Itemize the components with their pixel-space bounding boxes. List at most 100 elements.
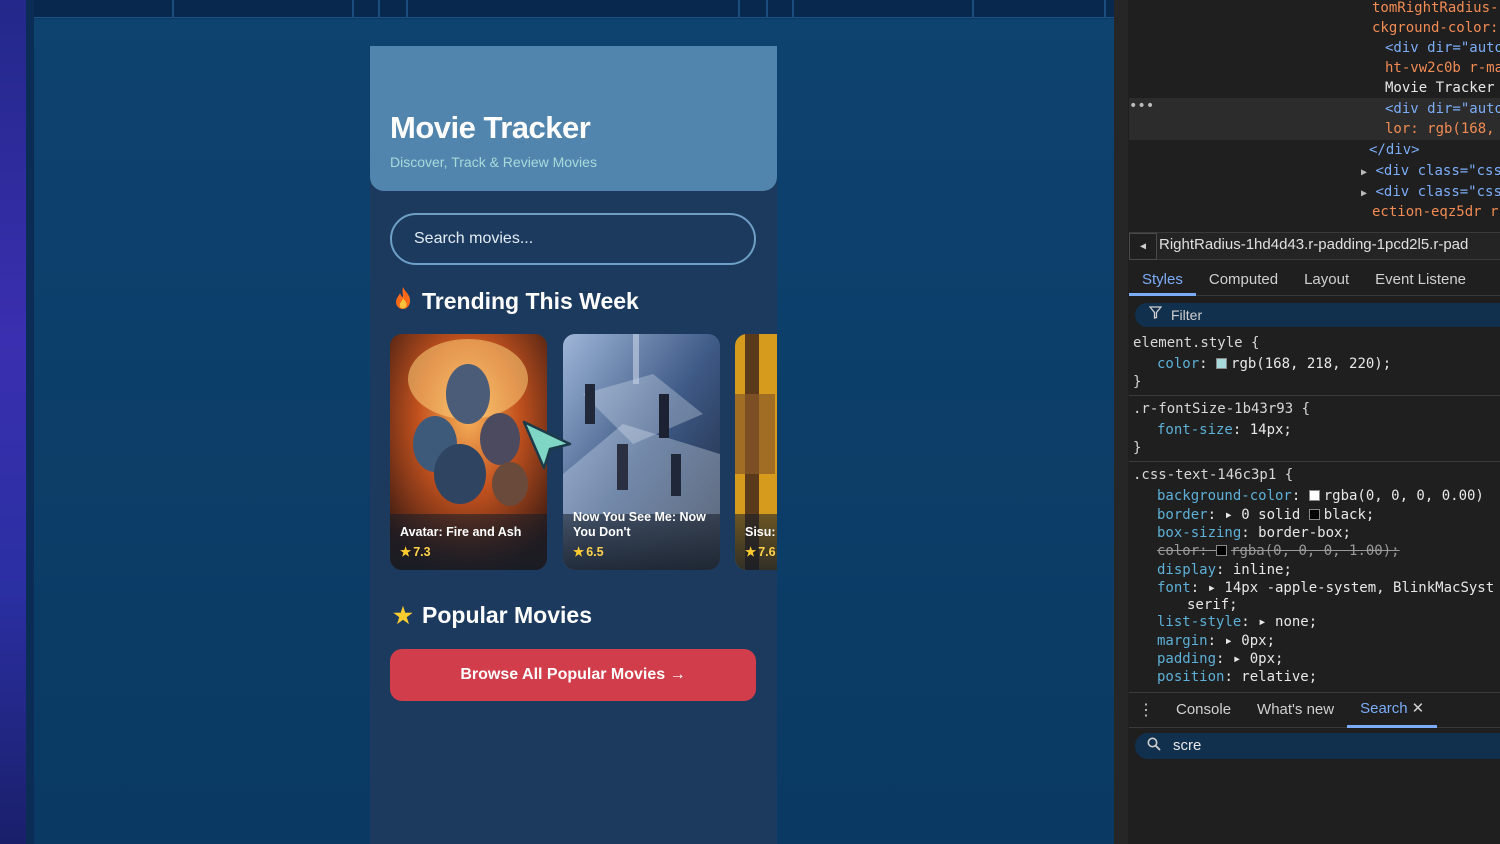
property-value: serif; (1187, 597, 1238, 613)
pointer-cursor-icon (522, 420, 572, 470)
property-value: ▸ 0px; (1232, 651, 1284, 667)
movie-title: Sisu: (745, 525, 776, 539)
breadcrumb-text[interactable]: RightRadius-1hd4d43.r-padding-1pcd2l5.r-… (1159, 236, 1468, 253)
style-declaration[interactable]: box-sizing: border-box; (1157, 524, 1351, 542)
color-swatch-icon[interactable] (1216, 358, 1228, 369)
expand-caret-icon[interactable]: ▶ (1361, 188, 1367, 199)
style-declaration[interactable]: margin: ▸ 0px; (1157, 632, 1275, 650)
tab-console[interactable]: Console (1163, 692, 1244, 728)
style-declaration[interactable]: border: ▸ 0 solid black; (1157, 506, 1374, 524)
tab-styles[interactable]: Styles (1129, 262, 1196, 296)
filter-icon (1148, 303, 1163, 327)
color-swatch-icon[interactable] (1216, 545, 1228, 556)
rule-divider (1129, 395, 1500, 396)
kebab-menu-icon[interactable]: ⋮ (1129, 700, 1163, 720)
property-name: background-color (1157, 488, 1292, 504)
style-selector[interactable]: .r-fontSize-1b43r93 { (1133, 400, 1310, 418)
dom-line[interactable]: ▶ <div class="css (1361, 182, 1500, 204)
property-name: font (1157, 580, 1191, 596)
movie-rating: ★ 6.5 (573, 544, 604, 559)
browse-popular-button[interactable]: Browse All Popular Movies → (390, 649, 756, 701)
property-value: inline; (1232, 562, 1292, 578)
window-edge (26, 0, 34, 844)
movie-card[interactable]: Now You See Me: Now You Don't ★ 6.5 (563, 334, 720, 570)
dom-line[interactable]: ckground-color: (1372, 18, 1498, 38)
chevron-left-icon[interactable]: ◀ (1129, 233, 1157, 260)
dom-line[interactable]: tomRightRadius- (1372, 0, 1498, 18)
star-icon: ★ (573, 545, 585, 559)
style-declaration[interactable]: font-size: 14px; (1157, 421, 1292, 439)
property-name: display (1157, 562, 1217, 578)
color-swatch-icon[interactable] (1308, 509, 1320, 520)
style-declaration-overridden[interactable]: color: rgba(0, 0, 0, 1.00); (1157, 542, 1400, 560)
tab-search[interactable]: Search ✕ (1347, 692, 1438, 728)
star-icon: ★ (400, 545, 412, 559)
search-input[interactable] (390, 213, 756, 265)
trending-section-title: Trending This Week (390, 286, 639, 316)
movie-rating: ★ 7.3 (400, 544, 431, 559)
close-brace: } (1133, 374, 1142, 390)
color-swatch-icon[interactable] (1308, 490, 1320, 501)
movie-rating: ★ 7.6 (745, 544, 776, 559)
star-icon: ★ (745, 545, 757, 559)
app-title: Movie Tracker (390, 110, 591, 145)
tab-computed[interactable]: Computed (1196, 262, 1291, 296)
expand-caret-icon[interactable]: ▶ (1361, 167, 1367, 178)
card-overlay (390, 514, 547, 570)
dom-line-text: <div class="css (1375, 184, 1500, 200)
property-name: padding (1157, 651, 1217, 667)
style-declaration[interactable]: padding: ▸ 0px; (1157, 650, 1283, 668)
styles-filter-input[interactable]: Filter (1135, 303, 1500, 327)
property-name: color (1157, 356, 1200, 372)
close-icon[interactable]: ✕ (1412, 700, 1425, 717)
style-declaration[interactable]: display: inline; (1157, 561, 1292, 579)
rating-value: 7.6 (758, 545, 776, 559)
property-value: ▸ none; (1258, 614, 1318, 630)
dom-line[interactable]: ht-vw2c0b r-ma (1385, 58, 1500, 78)
styles-pane: element.style { color: rgb(168, 218, 220… (1129, 333, 1500, 690)
more-options-icon[interactable]: ••• (1129, 98, 1154, 114)
fire-icon (390, 286, 416, 316)
close-brace: } (1133, 440, 1142, 456)
browser-viewport: Movie Tracker Discover, Track & Review M… (34, 0, 1114, 844)
device-toolbar-ruler (34, 0, 1114, 18)
popular-title-text: Popular Movies (422, 602, 592, 628)
tab-event-listeners[interactable]: Event Listene (1362, 262, 1479, 296)
style-selector[interactable]: .css-text-146c3p1 { (1133, 466, 1293, 484)
dom-line[interactable]: <div dir="auto (1385, 38, 1500, 58)
devtools-gutter (1114, 0, 1128, 844)
tab-layout[interactable]: Layout (1291, 262, 1362, 296)
dom-line[interactable]: lor: rgb(168, (1385, 119, 1495, 139)
style-selector[interactable]: element.style { (1133, 334, 1259, 352)
tab-whats-new[interactable]: What's new (1244, 692, 1347, 728)
property-name: margin (1157, 633, 1208, 649)
property-value: ▸ 0px; (1224, 633, 1276, 649)
style-declaration[interactable]: background-color: rgba(0, 0, 0, 0.00) (1157, 487, 1484, 505)
search-results-area (1129, 762, 1500, 844)
style-declaration[interactable]: color: rgb(168, 218, 220); (1157, 355, 1391, 373)
desktop-background (0, 0, 26, 844)
dom-line[interactable]: ▶ <div class="css (1361, 161, 1500, 183)
dom-line[interactable]: Movie Tracker (1385, 78, 1495, 98)
property-value: border-box; (1258, 525, 1351, 541)
filter-placeholder: Filter (1171, 307, 1203, 323)
search-value: scre (1173, 737, 1202, 754)
property-value: relative; (1241, 669, 1318, 685)
app-subtitle: Discover, Track & Review Movies (390, 154, 597, 170)
style-declaration[interactable]: font: ▸ 14px -apple-system, BlinkMacSyst (1157, 579, 1494, 597)
property-name: border (1157, 507, 1208, 523)
trending-carousel[interactable]: Avatar: Fire and Ash ★ 7.3 Now You See M… (390, 334, 777, 570)
movie-title: Now You See Me: Now You Don't (573, 510, 706, 539)
devtools-panel: ••• tomRightRadius- ckground-color: <div… (1114, 0, 1500, 844)
movie-card[interactable]: Sisu: ★ 7.6 (735, 334, 777, 570)
devtools-search-input[interactable]: scre (1135, 733, 1500, 759)
dom-line[interactable]: </div> (1369, 140, 1420, 160)
property-name: box-sizing (1157, 525, 1242, 541)
property-value: ▸ 0 solid (1224, 507, 1301, 523)
property-value: rgba(0, 0, 0, 1.00); (1231, 543, 1400, 559)
style-declaration[interactable]: list-style: ▸ none; (1157, 613, 1317, 631)
tab-search-label: Search (1360, 700, 1408, 717)
style-declaration[interactable]: position: relative; (1157, 668, 1317, 686)
dom-line[interactable]: <div dir="auto (1385, 99, 1500, 119)
dom-line[interactable]: ection-eqz5dr r (1372, 202, 1498, 222)
